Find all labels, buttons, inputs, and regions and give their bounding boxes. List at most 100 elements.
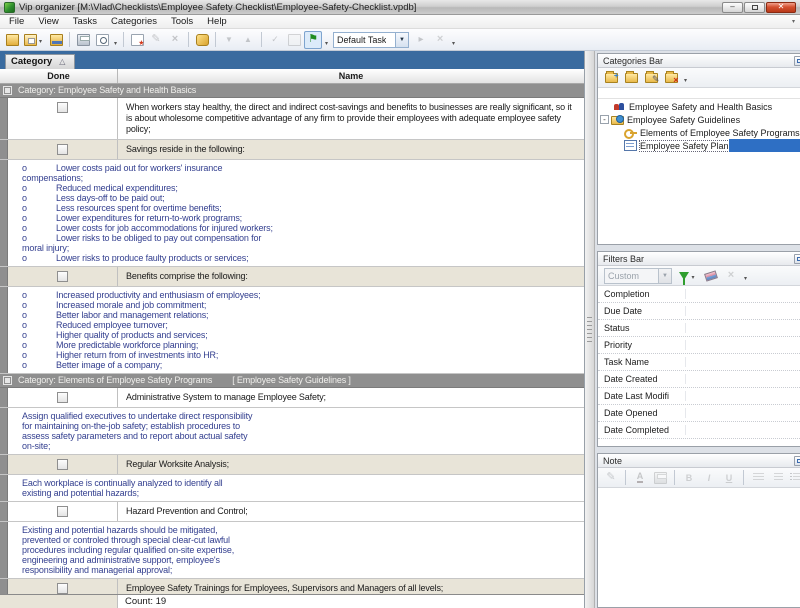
task-done-checkbox[interactable] (57, 144, 68, 155)
task-row[interactable]: Hazard Prevention and Control; (0, 502, 584, 522)
bullet-glyph: o (22, 183, 56, 193)
chevron-down-icon[interactable]: ▼ (395, 33, 408, 47)
note-editor[interactable] (598, 488, 800, 607)
new-task-icon[interactable] (128, 31, 146, 49)
column-header-row: Done Name (0, 69, 584, 84)
new-category-icon[interactable]: + (602, 69, 620, 87)
align-left-icon (749, 469, 767, 487)
task-done-checkbox[interactable] (57, 271, 68, 282)
task-name: Employee Safety Trainings for Employees,… (118, 579, 584, 594)
category-folder-icon (611, 116, 624, 125)
print-preview-icon[interactable] (93, 31, 111, 49)
toolbar-separator (188, 32, 189, 47)
group-indent (0, 579, 8, 594)
done-cell (8, 455, 118, 474)
title-bar: Vip organizer [M:\Vlad\Checklists\Employ… (0, 0, 800, 15)
task-row[interactable]: Savings reside in the following: (0, 140, 584, 160)
task-notes-row[interactable]: Each workplace is continually analyzed t… (0, 475, 584, 502)
bullet-glyph: o (22, 193, 56, 203)
print-icon[interactable] (74, 31, 92, 49)
maximize-button[interactable] (744, 2, 765, 13)
menubar-overflow-icon[interactable]: ▾ (792, 18, 800, 25)
category-tree-item[interactable]: Elements of Employee Safety Programs55 (598, 126, 800, 139)
task-type-combo[interactable]: Default Task▼ (333, 32, 409, 48)
maximize-panel-button[interactable] (794, 56, 800, 66)
column-header-name[interactable]: Name (118, 69, 584, 83)
task-done-checkbox[interactable] (57, 506, 68, 517)
maximize-panel-button[interactable] (794, 254, 800, 264)
delete-category-icon[interactable]: × (662, 69, 680, 87)
task-row[interactable]: When workers stay healthy, the direct an… (0, 98, 584, 140)
toolbar-overflow-icon[interactable]: ▾ (450, 38, 457, 50)
count-label: Count: 19 (118, 595, 166, 608)
new-database-icon[interactable] (3, 31, 21, 49)
task-row[interactable]: Benefits comprise the following: (0, 267, 584, 287)
edit-category-icon[interactable]: ✎ (642, 69, 660, 87)
menu-tasks[interactable]: Tasks (66, 15, 104, 28)
apply-filter-icon[interactable]: ▾ (676, 267, 700, 285)
categories-toolbar: + ✎×▾ (598, 68, 800, 88)
vertical-splitter[interactable] (585, 51, 595, 608)
note-toolbar: ABIU»▾ (598, 468, 800, 488)
menu-help[interactable]: Help (200, 15, 234, 28)
menu-file[interactable]: File (2, 15, 31, 28)
filter-label: Status (598, 323, 686, 333)
toolbar-separator (215, 32, 216, 47)
filter-preset-combo[interactable]: Custom▼ (604, 268, 672, 284)
tree-expander-icon[interactable]: - (600, 115, 609, 124)
bullet-glyph: o (22, 163, 56, 173)
task-done-checkbox[interactable] (57, 583, 68, 594)
task-notes-row[interactable]: Assign qualified executives to undertake… (0, 408, 584, 455)
open-database-icon[interactable]: ▾ (22, 31, 46, 49)
collapse-group-icon[interactable] (3, 376, 12, 385)
menu-tools[interactable]: Tools (164, 15, 200, 28)
assign-icon[interactable] (193, 31, 211, 49)
collapse-group-icon[interactable] (3, 86, 12, 95)
toolbar-overflow-icon[interactable]: ▾ (112, 38, 119, 50)
task-done-checkbox[interactable] (57, 102, 68, 113)
task-done-checkbox[interactable] (57, 392, 68, 403)
note-title: Note ✕ (598, 454, 800, 468)
toolbar-overflow-icon[interactable]: ▾ (742, 273, 749, 285)
category-people-icon (613, 101, 626, 112)
bullet-glyph: o (22, 213, 56, 223)
task-row[interactable]: Regular Worksite Analysis; (0, 455, 584, 475)
note-panel: Note ✕ ABIU»▾ (597, 453, 800, 608)
count-row-spacer (0, 595, 118, 608)
filter-rows: Completion▼Due Date▼Status▼Priority▼Task… (598, 286, 800, 446)
maximize-panel-button[interactable] (794, 456, 800, 466)
task-notes-row[interactable]: oIncreased productivity and enthusiasm o… (0, 287, 584, 374)
note-bullet-item: oLower risks to produce faulty products … (22, 253, 280, 263)
minimize-button[interactable]: – (722, 2, 743, 13)
column-header-done[interactable]: Done (0, 69, 118, 83)
toolbar-overflow-icon[interactable]: ▾ (323, 38, 330, 50)
clear-filter-icon[interactable] (702, 267, 720, 285)
task-done-checkbox[interactable] (57, 459, 68, 470)
save-database-icon[interactable] (47, 31, 65, 49)
category-tree-item[interactable]: -Employee Safety Guidelines1616 (598, 113, 800, 126)
close-button[interactable]: ✕ (766, 2, 796, 13)
group-by-label: Category (11, 56, 52, 67)
group-row[interactable]: Category: Employee Safety and Health Bas… (0, 84, 584, 98)
task-row[interactable]: Employee Safety Trainings for Employees,… (0, 579, 584, 594)
toolbar-overflow-icon[interactable]: ▾ (682, 75, 689, 87)
group-by-category-header[interactable]: Category △ (5, 54, 75, 69)
toolbar-separator (625, 470, 626, 485)
menu-categories[interactable]: Categories (104, 15, 164, 28)
category-label: Employee Safety and Health Basics (629, 102, 772, 112)
note-bullet-item: oReduced employee turnover; (22, 320, 280, 330)
task-notes: oIncreased productivity and enthusiasm o… (8, 287, 584, 373)
chevron-down-icon[interactable]: ▼ (658, 269, 671, 283)
task-notes-row[interactable]: oLower costs paid out for workers' insur… (0, 160, 584, 267)
category-tree-item[interactable]: Employee Safety Plan1111 (598, 139, 800, 152)
task-notes-row[interactable]: Existing and potential hazards should be… (0, 522, 584, 579)
menu-view[interactable]: View (31, 15, 65, 28)
note-bullet-item: oLess resources spent for overtime benef… (22, 203, 280, 213)
new-subcategory-icon[interactable] (622, 69, 640, 87)
group-row[interactable]: Category: Elements of Employee Safety Pr… (0, 374, 584, 388)
filters-bar-title-label: Filters Bar (603, 254, 644, 264)
bullet-glyph: o (22, 290, 56, 300)
category-tree-item[interactable]: Employee Safety and Health Basics33 (598, 100, 800, 113)
highlight-task-icon[interactable] (304, 31, 322, 49)
task-row[interactable]: Administrative System to manage Employee… (0, 388, 584, 408)
